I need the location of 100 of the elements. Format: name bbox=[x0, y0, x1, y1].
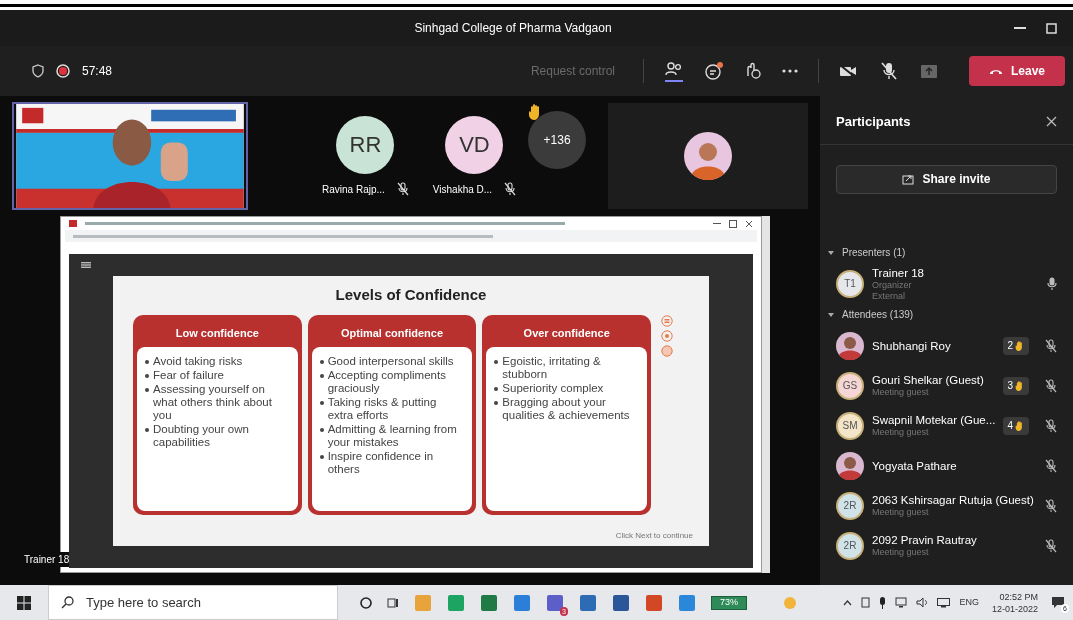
meeting-timer: 57:48 bbox=[82, 63, 113, 80]
continue-hint: Click Next to continue bbox=[615, 530, 693, 542]
bullet-icon bbox=[494, 360, 499, 364]
avatar-photo bbox=[684, 132, 732, 180]
window-title: Sinhgad College of Pharma Vadgaon bbox=[414, 20, 612, 37]
bullet-icon bbox=[319, 455, 324, 459]
browser-icon[interactable] bbox=[447, 593, 465, 612]
raised-hand-icon bbox=[1015, 339, 1025, 352]
bullet-text: Taking risks & putting extra efforts bbox=[327, 396, 438, 422]
bullet-icon bbox=[319, 374, 324, 378]
collapse-icon[interactable] bbox=[828, 250, 834, 255]
mic-icon[interactable] bbox=[879, 596, 887, 609]
bullet-text: Egoistic, irritating & stubborn bbox=[502, 355, 602, 381]
raised-hand-badge: 2 bbox=[1003, 336, 1029, 355]
shield-icon bbox=[32, 64, 44, 78]
participant-name: Vishakha D... bbox=[432, 182, 493, 197]
participant-role: Meeting guest bbox=[872, 387, 930, 398]
participant-role: Organizer bbox=[872, 279, 913, 291]
collapse-icon[interactable] bbox=[828, 312, 834, 317]
camera-off-icon[interactable] bbox=[838, 64, 857, 78]
bullet-icon bbox=[319, 428, 324, 432]
clock-time[interactable]: 02:52 PM bbox=[999, 590, 1038, 603]
avatar-initials: GS bbox=[836, 371, 864, 400]
photos-icon[interactable] bbox=[579, 593, 597, 612]
bullet-text: Bragging about your qualities & achievements bbox=[502, 396, 631, 422]
windows-icon[interactable] bbox=[17, 595, 31, 610]
mic-off-icon[interactable] bbox=[880, 62, 897, 80]
participant-name: Swapnil Motekar (Gue... bbox=[872, 413, 996, 427]
resources-icon[interactable] bbox=[661, 344, 673, 357]
search-box[interactable]: Type here to search bbox=[48, 585, 338, 620]
people-icon[interactable] bbox=[663, 60, 684, 82]
battery-indicator[interactable]: 73% bbox=[711, 595, 747, 610]
avatar-initials: 2R bbox=[836, 491, 864, 520]
bullet-text: Accepting compliments graciously bbox=[327, 369, 447, 395]
panel-title: Participants bbox=[836, 113, 911, 131]
powerpoint-icon[interactable] bbox=[645, 593, 663, 612]
bullet-icon bbox=[319, 360, 324, 364]
spreadsheet-icon[interactable] bbox=[480, 593, 498, 612]
cloud-icon[interactable] bbox=[678, 593, 696, 612]
close-icon[interactable] bbox=[745, 219, 753, 228]
search-field[interactable]: Type here to search bbox=[86, 592, 286, 613]
share-invite-button[interactable]: Share invite bbox=[836, 164, 1057, 194]
participant-role: Meeting guest bbox=[872, 427, 930, 438]
clock-date[interactable]: 12-01-2022 bbox=[991, 602, 1038, 615]
bullet-text: Doubting your own capabilities bbox=[153, 423, 250, 449]
language-indicator[interactable]: ENG bbox=[959, 595, 979, 610]
bullet-icon bbox=[145, 428, 149, 432]
leave-button[interactable]: Leave bbox=[968, 56, 1065, 86]
bullet-text: Assessing yourself on what others think about you bbox=[153, 383, 273, 422]
bullet-icon bbox=[145, 374, 149, 378]
participant-name: Yogyata Pathare bbox=[872, 458, 958, 473]
app-icon[interactable] bbox=[513, 593, 531, 612]
help-icon[interactable] bbox=[661, 329, 673, 342]
raised-hand-icon bbox=[1015, 419, 1025, 432]
section-header[interactable]: Attendees (139) bbox=[842, 307, 914, 322]
monitor-icon[interactable] bbox=[895, 597, 908, 608]
participant-name: Gouri Shelkar (Guest) bbox=[872, 373, 985, 387]
participant-name: Trainer 18 bbox=[872, 265, 925, 280]
menu-icon[interactable] bbox=[661, 314, 673, 327]
raised-hand-badge: 3 bbox=[1003, 376, 1029, 395]
participant-name: Shubhangi Roy bbox=[872, 338, 952, 353]
card-heading: Optimal confidence bbox=[339, 325, 445, 341]
avatar-photo bbox=[836, 331, 864, 360]
task-view-icon[interactable] bbox=[387, 596, 399, 609]
menu-icon[interactable] bbox=[81, 262, 91, 268]
avatar-photo bbox=[836, 451, 864, 480]
overflow-count[interactable]: +136 bbox=[528, 111, 587, 169]
close-icon[interactable] bbox=[1046, 116, 1057, 128]
share-icon bbox=[902, 173, 915, 185]
card-heading: Over confidence bbox=[522, 325, 611, 341]
participant-role: External bbox=[872, 290, 907, 302]
participant-name: 2092 Pravin Rautray bbox=[872, 533, 978, 547]
search-icon bbox=[61, 596, 74, 609]
notification-icon[interactable] bbox=[1051, 596, 1065, 609]
raised-hand-badge: 4 bbox=[1003, 416, 1029, 435]
participant-role: Meeting guest bbox=[872, 507, 930, 518]
cortana-icon[interactable] bbox=[360, 596, 372, 609]
bullet-icon bbox=[145, 388, 149, 392]
chevron-up-icon[interactable] bbox=[843, 599, 853, 606]
section-header[interactable]: Presenters (1) bbox=[842, 245, 906, 260]
bullet-text: Good interpersonal skills bbox=[327, 355, 454, 368]
share-tray-icon[interactable] bbox=[920, 64, 937, 78]
phone-icon bbox=[988, 67, 1003, 75]
bullet-text: Avoid taking risks bbox=[153, 355, 243, 368]
more-icon[interactable] bbox=[781, 69, 798, 73]
teams-icon[interactable] bbox=[546, 593, 564, 612]
speaker-icon[interactable] bbox=[916, 597, 929, 608]
avatar-initials: SM bbox=[836, 411, 864, 440]
maximize-icon[interactable] bbox=[729, 219, 737, 228]
word-icon[interactable] bbox=[612, 593, 630, 612]
scrollbar[interactable] bbox=[762, 216, 770, 573]
bullet-icon bbox=[494, 401, 499, 405]
bullet-text: Inspire confidence in others bbox=[327, 450, 435, 476]
chat-icon[interactable] bbox=[703, 61, 724, 81]
recording-icon bbox=[56, 64, 70, 78]
presenter-label: Trainer 18 bbox=[24, 552, 70, 567]
avatar-initials: 2R bbox=[836, 531, 864, 560]
raised-hand-icon bbox=[1015, 379, 1025, 392]
site-icon bbox=[69, 220, 77, 227]
bullet-icon bbox=[494, 387, 499, 391]
